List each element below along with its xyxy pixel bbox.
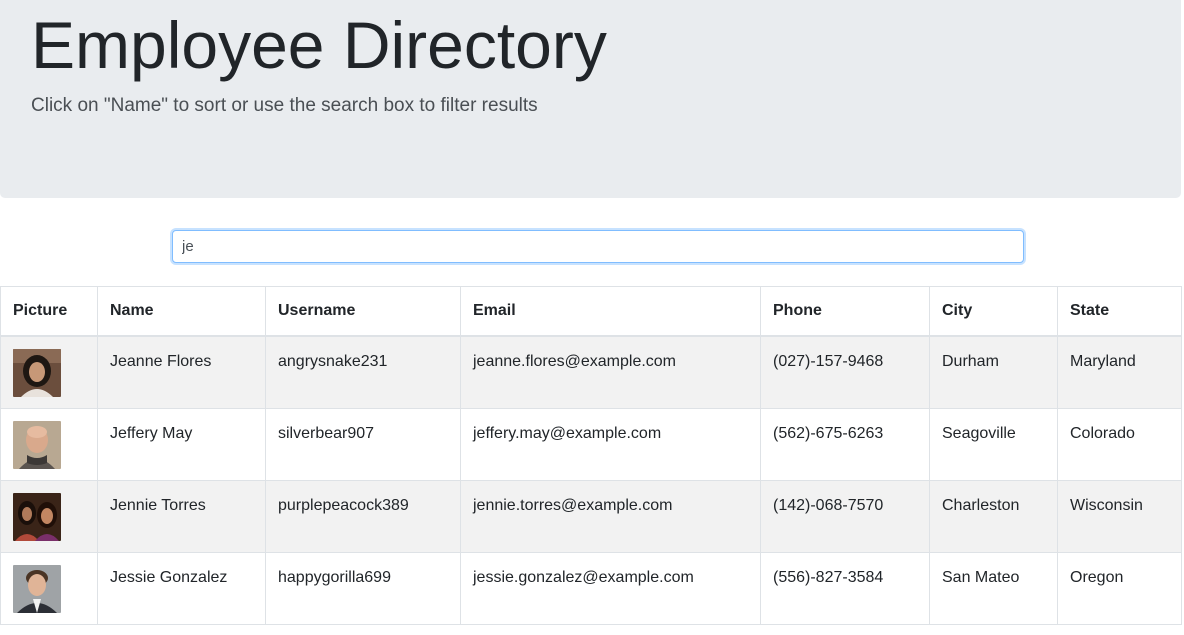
- name-cell: Jeanne Flores: [97, 335, 266, 409]
- column-header-city: City: [929, 286, 1058, 337]
- avatar-two-women: [13, 492, 61, 541]
- name-cell: Jessie Gonzalez: [97, 551, 266, 625]
- table-row: Jessie Gonzalez happygorilla699 jessie.g…: [0, 551, 1182, 625]
- state-cell: Wisconsin: [1057, 479, 1182, 553]
- column-header-username: Username: [265, 286, 461, 337]
- column-header-state: State: [1057, 286, 1182, 337]
- column-header-name[interactable]: Name: [97, 286, 266, 337]
- search-container: [172, 230, 1024, 263]
- employee-table: Picture Name Username Email Phone City S…: [0, 286, 1182, 625]
- email-cell: jeffery.may@example.com: [460, 407, 761, 481]
- picture-cell: [0, 479, 98, 553]
- table-row: Jennie Torres purplepeacock389 jennie.to…: [0, 479, 1182, 553]
- table-row: Jeanne Flores angrysnake231 jeanne.flore…: [0, 335, 1182, 409]
- search-input[interactable]: [172, 230, 1024, 263]
- phone-cell: (562)-675-6263: [760, 407, 930, 481]
- state-cell: Maryland: [1057, 335, 1182, 409]
- city-cell: Seagoville: [929, 407, 1058, 481]
- table-row: Jeffery May silverbear907 jeffery.may@ex…: [0, 407, 1182, 481]
- city-cell: San Mateo: [929, 551, 1058, 625]
- city-cell: Durham: [929, 335, 1058, 409]
- picture-cell: [0, 335, 98, 409]
- column-header-phone: Phone: [760, 286, 930, 337]
- phone-cell: (556)-827-3584: [760, 551, 930, 625]
- city-cell: Charleston: [929, 479, 1058, 553]
- state-cell: Colorado: [1057, 407, 1182, 481]
- picture-cell: [0, 407, 98, 481]
- avatar-bald-man-scarf: [13, 420, 61, 469]
- email-cell: jeanne.flores@example.com: [460, 335, 761, 409]
- phone-cell: (027)-157-9468: [760, 335, 930, 409]
- jumbotron-header: Employee Directory Click on "Name" to so…: [0, 0, 1181, 198]
- username-cell: happygorilla699: [265, 551, 461, 625]
- avatar-man-suit: [13, 564, 61, 613]
- state-cell: Oregon: [1057, 551, 1182, 625]
- picture-cell: [0, 551, 98, 625]
- username-cell: angrysnake231: [265, 335, 461, 409]
- email-cell: jennie.torres@example.com: [460, 479, 761, 553]
- column-header-email: Email: [460, 286, 761, 337]
- page-subtitle: Click on "Name" to sort or use the searc…: [31, 95, 538, 116]
- table-header-row: Picture Name Username Email Phone City S…: [0, 286, 1182, 337]
- column-header-picture: Picture: [0, 286, 98, 337]
- phone-cell: (142)-068-7570: [760, 479, 930, 553]
- name-cell: Jeffery May: [97, 407, 266, 481]
- email-cell: jessie.gonzalez@example.com: [460, 551, 761, 625]
- username-cell: purplepeacock389: [265, 479, 461, 553]
- username-cell: silverbear907: [265, 407, 461, 481]
- avatar-woman-dark-hair: [13, 349, 61, 397]
- page-title: Employee Directory: [31, 8, 607, 82]
- name-cell: Jennie Torres: [97, 479, 266, 553]
